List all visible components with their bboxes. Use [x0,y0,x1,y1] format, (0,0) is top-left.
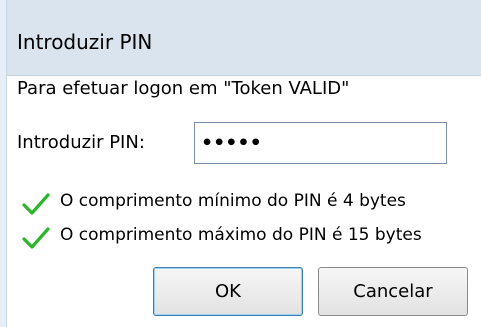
dialog-title: Introduzir PIN [17,30,153,54]
checkmark-icon [22,227,50,249]
logon-message: Para efetuar logon em "Token VALID" [17,78,350,99]
ok-button[interactable]: OK [153,267,303,316]
window-edge [0,0,7,327]
ok-button-label: OK [215,281,241,302]
rule-max-length-text: O comprimento máximo do PIN é 15 bytes [60,225,422,245]
title-bar[interactable]: Introduzir PIN [7,0,481,76]
checkmark-icon [22,193,50,215]
pin-label: Introduzir PIN: [17,132,145,153]
cancel-button-label: Cancelar [353,281,433,302]
pin-input[interactable] [194,122,447,164]
cancel-button[interactable]: Cancelar [318,267,468,316]
rule-min-length-text: O comprimento mínimo do PIN é 4 bytes [60,191,406,211]
pin-dialog: Introduzir PIN Para efetuar logon em "To… [0,0,481,327]
